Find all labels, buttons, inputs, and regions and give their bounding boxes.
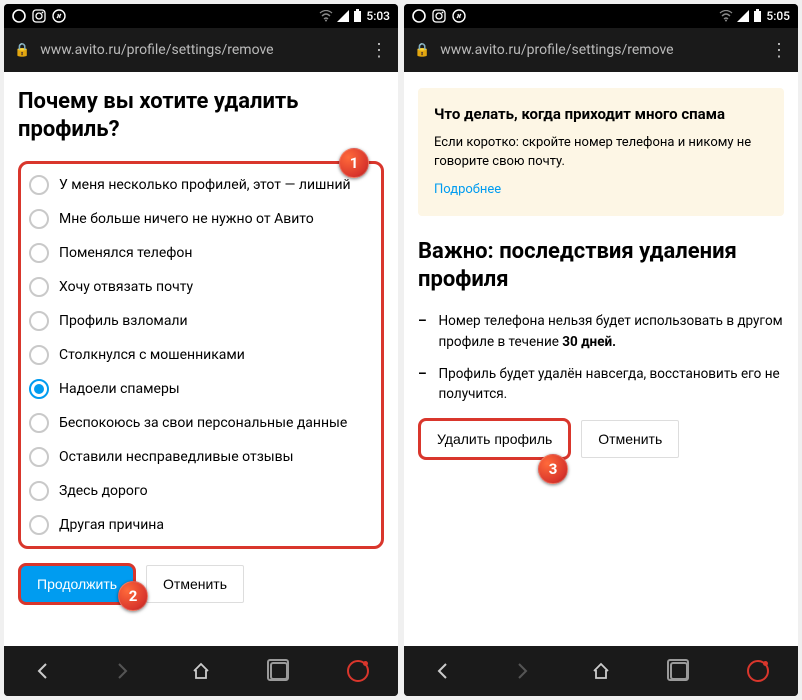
cancel-button[interactable]: Отменить (581, 420, 679, 458)
nav-opera-icon[interactable] (347, 660, 369, 682)
reason-label: Поменялся телефон (59, 245, 192, 261)
reason-label: Беспокоюсь за свои персональные данные (59, 415, 347, 431)
button-row: Продолжить Отменить 2 (18, 563, 384, 605)
radio-circle-icon (29, 311, 49, 331)
nav-forward-icon[interactable] (112, 661, 132, 681)
page-content-right: Что делать, когда приходит много спама Е… (404, 72, 798, 646)
phone-right: 5:05 🔒 www.avito.ru/profile/settings/rem… (404, 4, 798, 696)
cancel-button[interactable]: Отменить (146, 565, 244, 603)
list-item: Профиль будет удалён навсегда, восстанов… (418, 364, 784, 405)
reason-label: Надоели спамеры (59, 381, 180, 397)
nav-back-icon[interactable] (33, 661, 53, 681)
radio-circle-icon (29, 209, 49, 229)
radio-circle-icon (29, 413, 49, 433)
battery-icon (353, 9, 362, 23)
radio-circle-icon (29, 277, 49, 297)
reason-label: Другая причина (59, 517, 164, 533)
kebab-menu-icon[interactable]: ⋮ (370, 40, 388, 61)
url-text: www.avito.ru/profile/settings/remove (40, 42, 360, 58)
reason-label: Профиль взломали (59, 313, 188, 329)
lock-icon: 🔒 (14, 43, 30, 58)
wifi-icon (719, 10, 733, 22)
annotation-badge-2: 2 (118, 581, 148, 611)
reason-option[interactable]: У меня несколько профилей, этот — лишний (23, 168, 379, 202)
info-body: Если коротко: скройте номер телефона и н… (434, 134, 768, 172)
lock-icon: 🔒 (414, 43, 430, 58)
reason-option[interactable]: Надоели спамеры (23, 372, 379, 406)
reason-label: Хочу отвязать почту (59, 279, 193, 295)
reason-option[interactable]: Беспокоюсь за свои персональные данные (23, 406, 379, 440)
bottom-nav (404, 646, 798, 696)
radio-circle-icon (29, 243, 49, 263)
clock: 5:05 (766, 9, 790, 23)
bottom-nav (4, 646, 398, 696)
info-box: Что делать, когда приходит много спама Е… (418, 88, 784, 216)
shazam-icon (52, 9, 66, 23)
reason-option[interactable]: Поменялся телефон (23, 236, 379, 270)
address-bar[interactable]: 🔒 www.avito.ru/profile/settings/remove ⋮ (404, 28, 798, 72)
nav-back-icon[interactable] (433, 661, 453, 681)
instagram-icon (32, 9, 46, 23)
nav-home-icon[interactable] (191, 661, 211, 681)
reason-option[interactable]: Мне больше ничего не нужно от Авито (23, 202, 379, 236)
reason-option[interactable]: Здесь дорого (23, 474, 379, 508)
nav-forward-icon[interactable] (512, 661, 532, 681)
status-bar: 5:03 (4, 4, 398, 28)
consequences-list: Номер телефона нельзя будет использовать… (418, 311, 784, 404)
list-item: Номер телефона нельзя будет использовать… (418, 311, 784, 352)
reason-option[interactable]: Столкнулся с мошенниками (23, 338, 379, 372)
nav-tabs-icon[interactable] (670, 662, 688, 680)
radio-circle-icon (29, 175, 49, 195)
annotation-badge-3: 3 (538, 454, 568, 484)
radio-circle-icon (29, 481, 49, 501)
address-bar[interactable]: 🔒 www.avito.ru/profile/settings/remove ⋮ (4, 28, 398, 72)
nav-opera-icon[interactable] (747, 660, 769, 682)
button-row: Удалить профиль Отменить 3 (418, 418, 784, 460)
url-text: www.avito.ru/profile/settings/remove (440, 42, 760, 58)
signal-icon (737, 10, 749, 22)
reason-radio-group: 1 У меня несколько профилей, этот — лишн… (18, 161, 384, 549)
battery-icon (753, 9, 762, 23)
instagram-icon (432, 9, 446, 23)
opera-icon (412, 9, 426, 23)
kebab-menu-icon[interactable]: ⋮ (770, 40, 788, 61)
reason-option[interactable]: Другая причина (23, 508, 379, 542)
reason-option[interactable]: Оставили несправедливые отзывы (23, 440, 379, 474)
page-title: Важно: последствия удаления профиля (418, 238, 784, 293)
radio-circle-icon (29, 379, 49, 399)
info-more-link[interactable]: Подробнее (434, 181, 768, 200)
reason-option[interactable]: Профиль взломали (23, 304, 379, 338)
reason-option[interactable]: Хочу отвязать почту (23, 270, 379, 304)
info-title: Что делать, когда приходит много спама (434, 104, 768, 126)
radio-circle-icon (29, 345, 49, 365)
status-bar: 5:05 (404, 4, 798, 28)
nav-home-icon[interactable] (591, 661, 611, 681)
signal-icon (337, 10, 349, 22)
clock: 5:03 (366, 9, 390, 23)
reason-label: Столкнулся с мошенниками (59, 347, 245, 363)
annotation-badge-1: 1 (339, 148, 369, 178)
reason-label: У меня несколько профилей, этот — лишний (59, 177, 351, 193)
shazam-icon (452, 9, 466, 23)
page-content-left: Почему вы хотите удалить профиль? 1 У ме… (4, 72, 398, 646)
opera-icon (12, 9, 26, 23)
nav-tabs-icon[interactable] (270, 662, 288, 680)
radio-circle-icon (29, 515, 49, 535)
radio-circle-icon (29, 447, 49, 467)
phone-left: 5:03 🔒 www.avito.ru/profile/settings/rem… (4, 4, 398, 696)
page-title: Почему вы хотите удалить профиль? (18, 88, 384, 143)
wifi-icon (319, 10, 333, 22)
reason-label: Здесь дорого (59, 483, 148, 499)
reason-label: Мне больше ничего не нужно от Авито (59, 211, 314, 227)
reason-label: Оставили несправедливые отзывы (59, 449, 294, 465)
